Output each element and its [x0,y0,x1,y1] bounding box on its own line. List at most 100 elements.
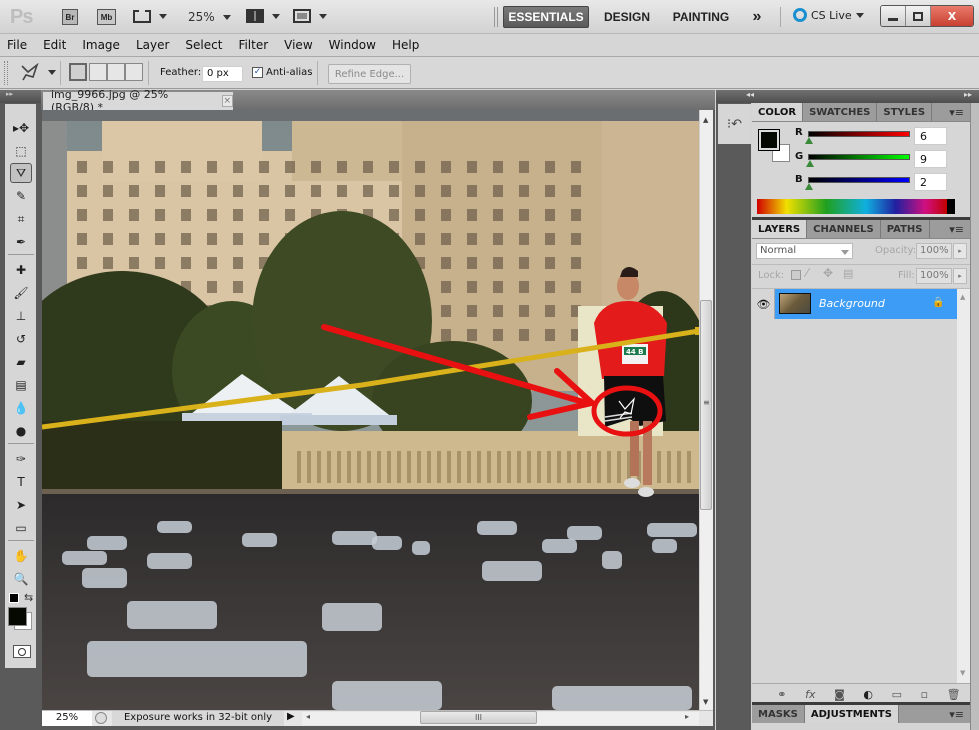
rectangle-tool[interactable]: ▭ [10,518,32,538]
eyedropper-tool[interactable]: ✒ [10,232,32,252]
restore-button[interactable] [906,6,931,26]
tab-styles[interactable]: STYLES [877,103,933,121]
more-workspaces-button[interactable]: » [746,6,768,28]
lock-transparency-icon[interactable] [791,270,801,280]
menu-layer[interactable]: Layer [136,38,169,52]
expand-icon[interactable]: ▸▸ [964,90,972,99]
tool-preset-picker[interactable] [20,63,56,81]
color-foreground-swatch[interactable] [758,129,780,151]
new-group-icon[interactable]: ▭ [892,688,902,701]
view-extras-button[interactable] [133,10,167,23]
scroll-down-icon[interactable]: ▼ [960,669,965,677]
fx-icon[interactable]: fx [805,688,815,701]
bridge-button[interactable]: Br [62,9,78,25]
screen-mode-button[interactable] [293,9,327,23]
mini-bridge-button[interactable]: Mb [97,9,116,25]
status-info-icon[interactable] [95,712,107,724]
color-spectrum-ramp[interactable] [757,199,955,214]
green-value-input[interactable]: 9 [914,150,947,168]
layers-scrollbar[interactable]: ▲ ▼ [957,289,970,683]
clone-stamp-tool[interactable]: ⊥ [10,306,32,326]
zoom-level-select[interactable]: 25% [188,10,231,24]
add-mask-icon[interactable]: ◙ [834,688,845,701]
move-tool[interactable]: ▸✥ [10,118,32,138]
close-button[interactable]: X [931,6,973,26]
red-slider-thumb[interactable] [805,137,813,144]
lock-paint-icon[interactable]: ⁄ [806,266,808,280]
close-document-button[interactable]: × [221,95,233,107]
gradient-tool[interactable]: ▤ [10,375,32,395]
hand-tool[interactable]: ✋ [10,546,32,566]
blue-value-input[interactable]: 2 [914,173,947,191]
green-slider[interactable] [808,154,910,160]
status-menu-arrow-icon[interactable]: ▶ [287,711,295,722]
red-slider[interactable] [808,131,910,137]
toolbox-collapse-button[interactable]: ▸▸ [0,90,41,103]
tab-color[interactable]: COLOR [752,103,804,121]
green-slider-thumb[interactable] [806,160,814,167]
type-tool[interactable]: T [10,472,32,492]
red-value-input[interactable]: 6 [914,127,947,145]
panel-menu-icon[interactable]: ▾≡ [949,103,970,121]
scroll-right-icon[interactable]: ▸ [685,712,689,721]
workspace-essentials[interactable]: ESSENTIALS [503,6,589,28]
fill-slider-button[interactable]: ▸ [953,268,967,284]
lock-move-icon[interactable]: ✥ [823,266,833,280]
tab-paths[interactable]: PATHS [881,220,930,238]
arrange-documents-button[interactable] [246,9,280,23]
workspace-painting[interactable]: PAINTING [668,6,734,28]
menu-view[interactable]: View [284,38,312,52]
refine-edge-button[interactable]: Refine Edge... [328,64,411,84]
anti-alias-checkbox[interactable]: ✓ [252,67,263,78]
tab-layers[interactable]: LAYERS [752,220,808,238]
menu-file[interactable]: File [7,38,27,52]
minimize-button[interactable] [881,6,906,26]
new-selection-button[interactable] [69,63,87,81]
menu-select[interactable]: Select [185,38,222,52]
image-canvas[interactable]: 44 B [42,121,699,710]
scroll-up-icon[interactable]: ▲ [703,116,708,124]
scroll-up-icon[interactable]: ▲ [960,293,965,301]
workspace-design[interactable]: DESIGN [600,6,654,28]
vertical-scroll-thumb[interactable]: ≡ [700,300,712,510]
menu-filter[interactable]: Filter [238,38,268,52]
horizontal-scroll-thumb[interactable]: III [420,711,537,724]
cs-live-button[interactable]: CS Live [793,8,864,22]
polygonal-lasso-tool[interactable]: ⛛ [10,163,32,183]
history-brush-tool[interactable]: ↺ [10,329,32,349]
document-tab[interactable]: img_9966.jpg @ 25% (RGB/8) * × [43,88,233,114]
crop-tool[interactable]: ⌗ [10,209,32,229]
tab-channels[interactable]: CHANNELS [807,220,881,238]
default-colors-icon[interactable] [9,593,19,603]
quick-mask-button[interactable] [13,645,31,658]
trash-icon[interactable]: 🗑 [947,688,961,701]
menu-image[interactable]: Image [82,38,120,52]
foreground-color-swatch[interactable] [8,607,27,626]
fill-input[interactable]: 100% [916,268,952,284]
blend-mode-select[interactable]: Normal [756,243,853,259]
layer-name[interactable]: Background [819,297,885,310]
subtract-from-selection-button[interactable] [107,63,125,81]
tab-adjustments[interactable]: ADJUSTMENTS [804,705,899,723]
scroll-down-icon[interactable]: ▼ [703,698,708,706]
dodge-tool[interactable]: ● [10,421,32,441]
marquee-tool[interactable]: ⬚ [10,141,32,161]
swap-colors-icon[interactable]: ⇆ [24,591,33,604]
opacity-slider-button[interactable]: ▸ [953,243,967,259]
intersect-selection-button[interactable] [125,63,143,81]
history-panel-button[interactable]: ⁝↶ [718,104,751,144]
menu-edit[interactable]: Edit [43,38,66,52]
blur-tool[interactable]: 💧 [10,398,32,418]
status-zoom-field[interactable]: 25% [42,711,92,726]
tab-swatches[interactable]: SWATCHES [803,103,878,121]
spot-healing-tool[interactable]: ✚ [10,260,32,280]
options-bar-grip[interactable] [4,61,8,85]
path-selection-tool[interactable]: ➤ [10,495,32,515]
quick-selection-tool[interactable]: ✎ [10,186,32,206]
layer-visibility-toggle[interactable]: 👁 [753,289,775,319]
menu-window[interactable]: Window [329,38,376,52]
add-to-selection-button[interactable] [89,63,107,81]
pen-tool[interactable]: ✑ [10,449,32,469]
zoom-tool[interactable]: 🔍 [10,569,32,589]
lock-all-icon[interactable]: ▤ [843,267,853,280]
